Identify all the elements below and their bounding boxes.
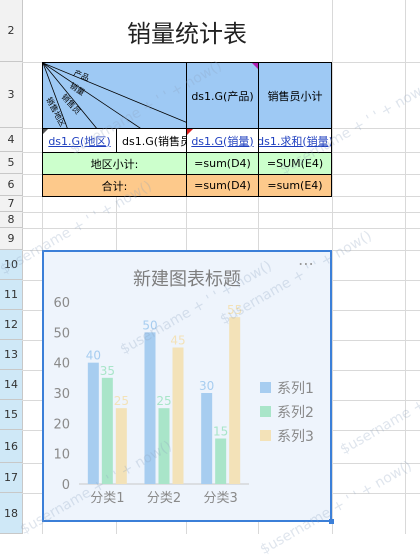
- row-header-14[interactable]: 14: [0, 370, 22, 400]
- legend-swatch-2: [260, 406, 271, 417]
- legend-label-2: 系列2: [277, 405, 314, 421]
- diag-label-sales: 销量: [68, 80, 87, 97]
- total-label-cell[interactable]: 合计:: [42, 174, 187, 197]
- data-label: 15: [213, 425, 228, 439]
- x-tick-label: 分类3: [204, 491, 238, 506]
- header-product-text: ds1.G(产品): [191, 89, 254, 103]
- y-tick-label: 0: [62, 478, 70, 493]
- bar-2-1: [101, 377, 113, 484]
- bar-3-3: [229, 317, 241, 484]
- total-sum-cell[interactable]: =sum(E4): [258, 174, 332, 197]
- salesman-field: ds1.G(销售员): [122, 134, 186, 148]
- header-salesman-subtotal-cell[interactable]: 销售员小计: [258, 62, 332, 129]
- data-label: 40: [86, 349, 101, 363]
- row-header-7[interactable]: 7: [0, 196, 22, 212]
- y-tick-label: 30: [53, 387, 70, 402]
- row-header-2[interactable]: 2: [0, 0, 22, 62]
- row-header-5[interactable]: 5: [0, 152, 22, 174]
- row-header-4[interactable]: 4: [0, 128, 22, 152]
- data-label: 25: [156, 394, 171, 408]
- header-salesman-subtotal-text: 销售员小计: [267, 89, 323, 103]
- sales-cell[interactable]: ds1.G(销量): [186, 128, 259, 153]
- region-subtotal-sales-formula: =sum(D4): [194, 157, 251, 170]
- legend-swatch-3: [260, 430, 271, 441]
- y-tick-label: 10: [53, 448, 70, 463]
- bar-1-3: [201, 393, 213, 484]
- row-header-15[interactable]: 15: [0, 400, 22, 430]
- row-header-13[interactable]: 13: [0, 340, 22, 370]
- bar-1-1: [87, 362, 99, 484]
- x-tick-label: 分类2: [147, 491, 181, 506]
- expand-marker-icon: [43, 129, 48, 134]
- bar-2-3: [215, 438, 227, 484]
- region-subtotal-label-cell[interactable]: 地区小计:: [42, 152, 187, 175]
- row-header-6[interactable]: 6: [0, 174, 22, 196]
- row-header-12[interactable]: 12: [0, 310, 22, 340]
- report-title[interactable]: 销量统计表: [42, 0, 332, 62]
- diag-label-product: 产品: [72, 68, 91, 83]
- y-tick-label: 40: [53, 357, 70, 372]
- row-header-18[interactable]: 18: [0, 493, 22, 534]
- legend-swatch-1: [260, 382, 271, 393]
- data-label: 35: [100, 364, 115, 378]
- y-tick-label: 60: [53, 296, 70, 311]
- data-label: 25: [114, 394, 129, 408]
- region-subtotal-label: 地区小计:: [90, 157, 139, 171]
- total-sum-formula: =sum(E4): [267, 179, 323, 192]
- salesman-cell[interactable]: ds1.G(销售员): [116, 128, 187, 153]
- y-tick-label: 50: [53, 326, 70, 341]
- region-subtotal-sales-cell[interactable]: =sum(D4): [186, 152, 259, 175]
- row-header-8[interactable]: 8: [0, 212, 22, 228]
- watermark: $username + ' ' + now(): [337, 358, 420, 458]
- total-sales-formula: =sum(D4): [194, 179, 251, 192]
- row-header-3[interactable]: 3: [0, 62, 22, 128]
- data-label: 30: [199, 379, 214, 393]
- sales-field: ds1.G(销量): [191, 134, 254, 148]
- row-header-16[interactable]: 16: [0, 430, 22, 463]
- y-tick-label: 20: [53, 417, 70, 432]
- bar-3-2: [172, 347, 184, 484]
- row-header-9[interactable]: 9: [0, 228, 22, 250]
- legend-label-1: 系列1: [277, 381, 314, 397]
- legend-label-3: 系列3: [277, 429, 314, 445]
- row-header-17[interactable]: 17: [0, 463, 22, 493]
- row-header-11[interactable]: 11: [0, 280, 22, 310]
- data-label: 45: [170, 334, 185, 348]
- total-sales-cell[interactable]: =sum(D4): [186, 174, 259, 197]
- expand-marker-icon: [187, 129, 193, 135]
